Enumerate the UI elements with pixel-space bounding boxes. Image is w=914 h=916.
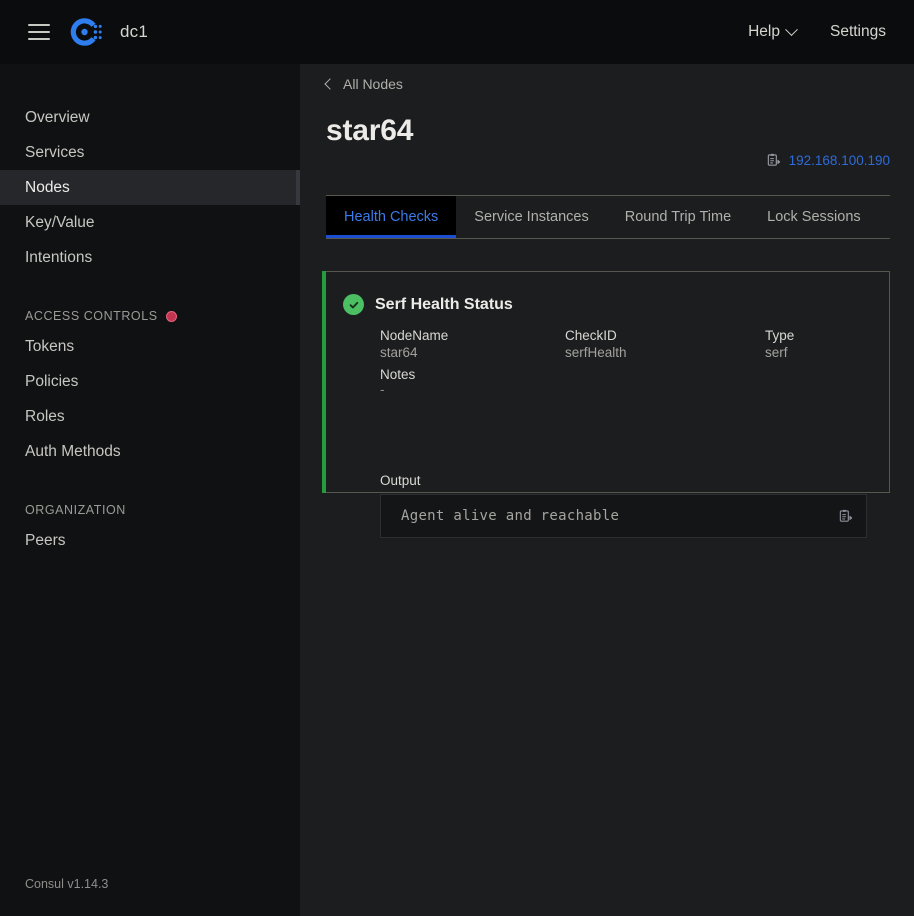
- field-value: serf: [765, 345, 788, 360]
- field-value: serfHealth: [565, 345, 627, 360]
- hamburger-menu-icon[interactable]: [28, 24, 50, 40]
- tab-label: Service Instances: [474, 209, 589, 225]
- output-label: Output: [380, 473, 421, 488]
- sidebar-organization-nav: Peers: [0, 523, 300, 558]
- output-code-block: Agent alive and reachable: [380, 494, 867, 538]
- field-label: Type: [765, 328, 795, 343]
- health-check-title: Serf Health Status: [375, 295, 513, 313]
- sidebar-item-label: Nodes: [25, 178, 70, 196]
- page-title: star64: [326, 114, 414, 147]
- health-check-header: Serf Health Status: [326, 272, 889, 315]
- field-label: NodeName: [380, 328, 449, 343]
- sidebar-item-label: Peers: [25, 531, 66, 549]
- access-controls-dot-icon: [165, 310, 177, 322]
- sidebar-item-label: Auth Methods: [25, 442, 121, 460]
- sidebar-item-label: Roles: [25, 407, 65, 425]
- sidebar-item-roles[interactable]: Roles: [0, 399, 300, 434]
- field-checkid: CheckID serfHealth: [565, 328, 765, 397]
- health-check-card: Serf Health Status NodeName star64 Notes…: [322, 271, 890, 538]
- field-value: star64: [380, 345, 418, 360]
- copy-clipboard-icon: [767, 153, 780, 166]
- sidebar-section-label: ACCESS CONTROLS: [25, 309, 158, 323]
- consul-version-label: Consul v1.14.3: [25, 877, 109, 891]
- sidebar-section-access-controls: ACCESS CONTROLS: [0, 303, 300, 329]
- top-bar: dc1 Help Settings: [0, 0, 914, 64]
- sidebar-item-overview[interactable]: Overview: [0, 100, 300, 135]
- sidebar-access-controls-nav: Tokens Policies Roles Auth Methods: [0, 329, 300, 469]
- consul-logo-icon[interactable]: [69, 15, 103, 49]
- notes-value: -: [380, 382, 385, 397]
- chevron-down-icon: [785, 22, 798, 36]
- sidebar-item-label: Key/Value: [25, 213, 95, 231]
- check-circle-icon: [343, 294, 364, 315]
- sidebar-item-label: Services: [25, 143, 85, 161]
- tab-service-instances[interactable]: Service Instances: [456, 196, 606, 238]
- output-copy-button[interactable]: [838, 509, 853, 524]
- sidebar-item-label: Tokens: [25, 337, 75, 355]
- help-menu-button[interactable]: Help: [748, 22, 798, 41]
- field-type: Type serf: [765, 328, 885, 397]
- copy-clipboard-icon: [839, 509, 853, 522]
- sidebar-item-peers[interactable]: Peers: [0, 523, 300, 558]
- node-ip-address: 192.168.100.190: [788, 153, 890, 168]
- sidebar-item-label: Intentions: [25, 248, 93, 266]
- sidebar-item-label: Overview: [25, 108, 90, 126]
- sidebar-item-nodes[interactable]: Nodes: [0, 170, 300, 205]
- tab-lock-sessions[interactable]: Lock Sessions: [749, 196, 879, 238]
- datacenter-name[interactable]: dc1: [120, 22, 148, 42]
- sidebar-primary-nav: Overview Services Nodes Key/Value Intent…: [0, 64, 300, 275]
- tab-health-checks[interactable]: Health Checks: [326, 196, 457, 238]
- tab-bar: Health Checks Service Instances Round Tr…: [326, 195, 890, 239]
- sidebar-item-key-value[interactable]: Key/Value: [0, 205, 300, 240]
- tab-label: Health Checks: [344, 209, 439, 225]
- sidebar-item-auth-methods[interactable]: Auth Methods: [0, 434, 300, 469]
- breadcrumb-all-nodes[interactable]: All Nodes: [324, 76, 403, 92]
- health-check-fields: NodeName star64 Notes - CheckID serfHeal…: [326, 315, 889, 397]
- chevron-left-icon: [324, 78, 336, 90]
- sidebar-section-organization: ORGANIZATION: [0, 497, 300, 523]
- breadcrumb-label: All Nodes: [343, 76, 403, 92]
- sidebar-section-label: ORGANIZATION: [25, 503, 126, 517]
- field-label: CheckID: [565, 328, 617, 343]
- tab-round-trip-time[interactable]: Round Trip Time: [607, 196, 749, 238]
- tab-meta[interactable]: Meta: [879, 196, 890, 238]
- settings-label: Settings: [829, 23, 886, 40]
- output-text: Agent alive and reachable: [401, 508, 620, 524]
- tab-label: Round Trip Time: [624, 209, 732, 225]
- sidebar: Overview Services Nodes Key/Value Intent…: [0, 64, 300, 916]
- node-ip-copy-button[interactable]: 192.168.100.190: [766, 153, 890, 168]
- sidebar-item-services[interactable]: Services: [0, 135, 300, 170]
- sidebar-item-label: Policies: [25, 372, 79, 390]
- top-bar-actions: Help Settings: [748, 22, 914, 41]
- sidebar-item-intentions[interactable]: Intentions: [0, 240, 300, 275]
- sidebar-item-tokens[interactable]: Tokens: [0, 329, 300, 364]
- help-label: Help: [748, 23, 780, 40]
- main-content: All Nodes star64 192.168.100.190 Health …: [300, 64, 914, 916]
- tab-label: Lock Sessions: [767, 209, 861, 225]
- notes-label: Notes: [380, 367, 416, 382]
- sidebar-item-policies[interactable]: Policies: [0, 364, 300, 399]
- field-nodename: NodeName star64 Notes -: [380, 328, 565, 397]
- settings-button[interactable]: Settings: [830, 23, 886, 41]
